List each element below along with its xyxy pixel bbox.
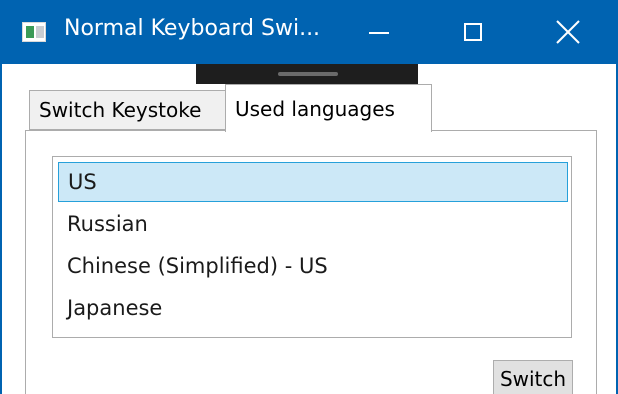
list-item-chinese-simplified-us[interactable]: Chinese (Simplified) - US — [58, 247, 568, 287]
minimize-button[interactable] — [330, 0, 426, 64]
app-window: Normal Keyboard Swi... Switch Keystoke U… — [0, 0, 618, 394]
minimize-icon — [369, 32, 389, 34]
window-border — [0, 64, 2, 394]
drag-handle-icon[interactable] — [278, 72, 338, 76]
language-list[interactable]: US Russian Chinese (Simplified) - US Jap… — [52, 156, 572, 338]
list-item-us[interactable]: US — [58, 162, 568, 202]
drag-strip[interactable] — [196, 64, 418, 84]
tab-panel-used-languages: US Russian Chinese (Simplified) - US Jap… — [25, 130, 597, 394]
app-icon — [22, 22, 46, 42]
close-button[interactable] — [522, 0, 618, 64]
tab-used-languages[interactable]: Used languages — [225, 84, 432, 132]
maximize-button[interactable] — [426, 0, 522, 64]
close-icon — [556, 20, 580, 44]
list-item-japanese[interactable]: Japanese — [58, 289, 568, 329]
switch-button[interactable]: Switch — [493, 360, 573, 394]
title-bar[interactable]: Normal Keyboard Swi... — [0, 0, 618, 64]
window-title: Normal Keyboard Swi... — [64, 16, 321, 41]
tab-switch-keystoke[interactable]: Switch Keystoke — [29, 90, 226, 130]
list-item-russian[interactable]: Russian — [58, 205, 568, 245]
maximize-icon — [464, 23, 482, 41]
